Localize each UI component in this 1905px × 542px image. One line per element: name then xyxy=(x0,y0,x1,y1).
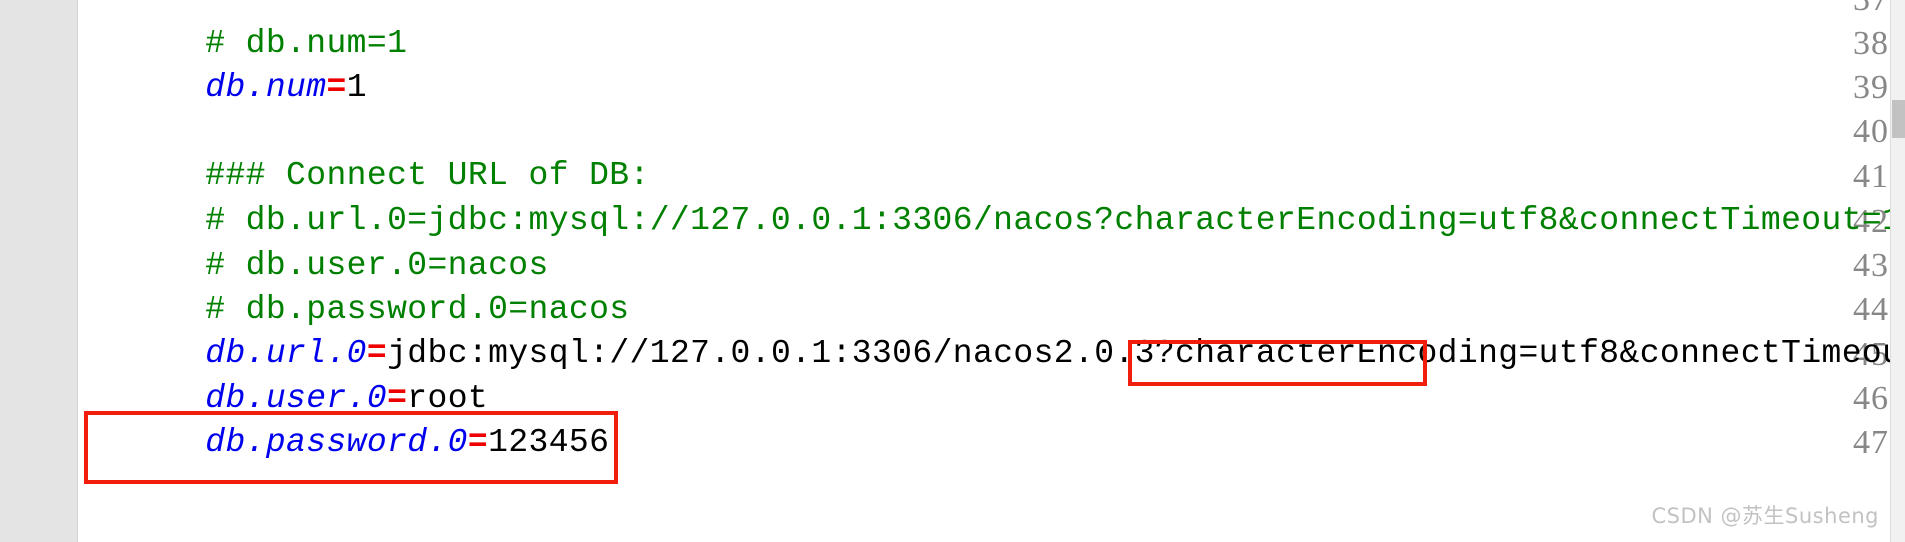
code-editor[interactable]: 37 38 39 40 41 42 43 44 45 46 47 # db.nu… xyxy=(0,0,1897,542)
scrollbar-thumb[interactable] xyxy=(1892,100,1905,138)
property-key: db.num xyxy=(205,69,327,106)
property-key: db.password.0 xyxy=(205,424,468,461)
gutter-divider xyxy=(77,0,78,542)
property-value: 1 xyxy=(346,69,367,106)
line-number-40: 40 xyxy=(1853,113,1889,150)
csdn-watermark: CSDN @苏生Susheng xyxy=(1651,504,1879,528)
editor-window: ▾ 37 38 39 40 41 42 43 44 45 46 47 # db.… xyxy=(0,0,1905,542)
line-number-39: 39 xyxy=(1853,69,1889,106)
equals-sign: = xyxy=(467,424,489,461)
vertical-scrollbar[interactable] xyxy=(1890,0,1905,542)
property-value: 123456 xyxy=(488,424,610,461)
line-number-37: 37 xyxy=(1819,0,1889,22)
line-number-38: 38 xyxy=(1853,25,1889,62)
line-number-47: 47 xyxy=(1853,424,1889,461)
property-value: jdbc:mysql://127.0.0.1:3306/nacos2.0.3?c… xyxy=(387,335,1897,372)
code-line-46[interactable]: db.password.0=123456 xyxy=(84,377,609,509)
equals-sign: = xyxy=(326,69,347,106)
line-number-gutter xyxy=(0,0,78,542)
